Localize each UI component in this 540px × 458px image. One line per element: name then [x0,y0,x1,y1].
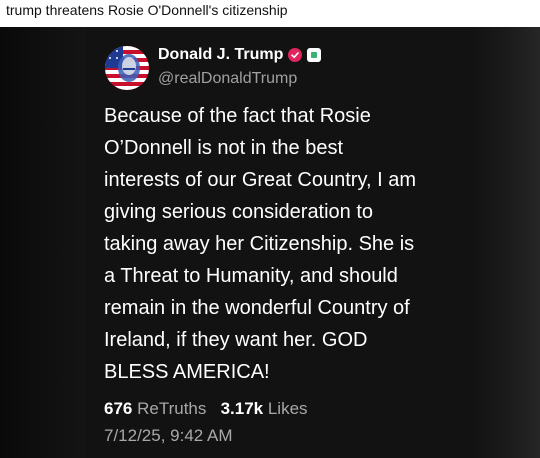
avatar-flag-portrait-icon [105,46,149,90]
badge-icon [307,48,322,62]
avatar[interactable] [105,46,149,90]
likes-label[interactable]: Likes [268,399,308,418]
headline-bar: trump threatens Rosie O'Donnell's citize… [0,0,540,27]
post-stats: 676 ReTruths 3.17k Likes [104,399,308,419]
likes-count[interactable]: 3.17k [221,399,264,418]
retruths-count[interactable]: 676 [104,399,132,418]
verified-check-icon [288,48,303,62]
page-headline: trump threatens Rosie O'Donnell's citize… [6,2,288,18]
left-background [0,27,86,458]
post-timestamp: 7/12/25, 9:42 AM [104,426,233,445]
post-text: Because of the fact that Rosie O’Donnell… [104,105,416,383]
retruths-label[interactable]: ReTruths [137,399,206,418]
author-handle[interactable]: @realDonaldTrump [158,70,297,88]
right-background [470,27,540,458]
author-row: Donald J. Trump [158,46,322,64]
author-name[interactable]: Donald J. Trump [158,46,283,64]
